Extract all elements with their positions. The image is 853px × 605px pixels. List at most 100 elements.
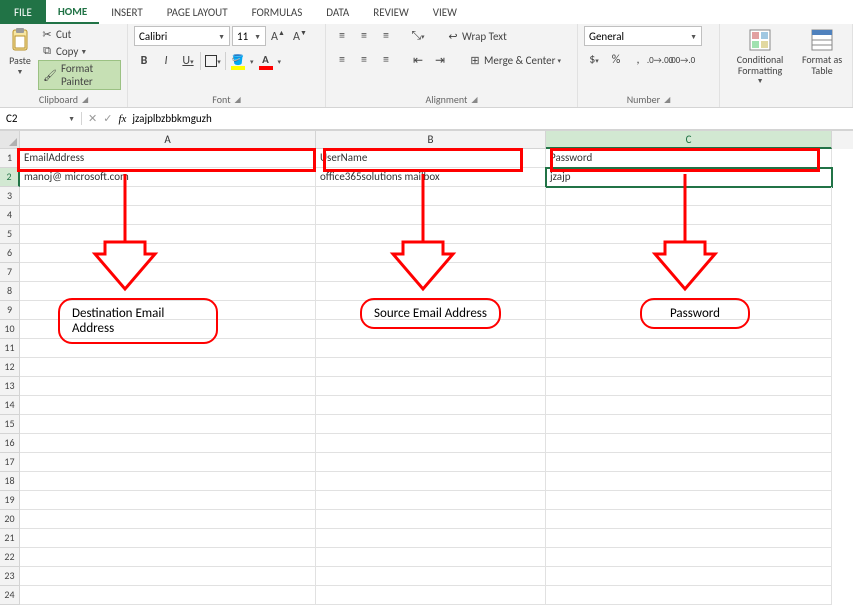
decrease-font-button[interactable]: A▼: [290, 26, 310, 46]
cell-c2[interactable]: jzajp: [546, 168, 832, 187]
row-header[interactable]: 24: [0, 586, 20, 605]
tab-insert[interactable]: INSERT: [99, 2, 155, 23]
accounting-format-button[interactable]: $▾: [584, 50, 604, 70]
row-header[interactable]: 16: [0, 434, 20, 453]
cell-b5[interactable]: [316, 225, 546, 244]
dialog-launcher-icon[interactable]: ◢: [235, 95, 241, 105]
bold-button[interactable]: B: [134, 51, 154, 71]
format-painter-button[interactable]: 🖌 Format Painter: [38, 60, 121, 90]
column-header-a[interactable]: A: [20, 131, 316, 149]
cell-c3[interactable]: [546, 187, 832, 206]
cell-c20[interactable]: [546, 510, 832, 529]
cell-b9[interactable]: [316, 301, 546, 320]
cell-c11[interactable]: [546, 339, 832, 358]
cell-a16[interactable]: [20, 434, 316, 453]
wrap-text-button[interactable]: ↩ Wrap Text: [444, 28, 509, 44]
cell-c21[interactable]: [546, 529, 832, 548]
decrease-indent-button[interactable]: ⇤: [408, 50, 428, 70]
cell-c7[interactable]: [546, 263, 832, 282]
cell-a6[interactable]: [20, 244, 316, 263]
row-header[interactable]: 11: [0, 339, 20, 358]
row-header[interactable]: 4: [0, 206, 20, 225]
cell-b3[interactable]: [316, 187, 546, 206]
row-header[interactable]: 14: [0, 396, 20, 415]
cell-a5[interactable]: [20, 225, 316, 244]
cell-c6[interactable]: [546, 244, 832, 263]
row-header[interactable]: 5: [0, 225, 20, 244]
column-header-b[interactable]: B: [316, 131, 546, 149]
fx-icon[interactable]: fx: [118, 113, 126, 125]
cell-b6[interactable]: [316, 244, 546, 263]
row-header[interactable]: 18: [0, 472, 20, 491]
cell-c14[interactable]: [546, 396, 832, 415]
cell-c8[interactable]: [546, 282, 832, 301]
cell-c12[interactable]: [546, 358, 832, 377]
increase-decimal-button[interactable]: .0→.00: [650, 50, 670, 70]
border-button[interactable]: ▾: [203, 51, 223, 71]
dialog-launcher-icon[interactable]: ◢: [82, 95, 88, 105]
italic-button[interactable]: I: [156, 51, 176, 71]
cell-b21[interactable]: [316, 529, 546, 548]
row-header[interactable]: 7: [0, 263, 20, 282]
cell-b10[interactable]: [316, 320, 546, 339]
cell-a20[interactable]: [20, 510, 316, 529]
tab-page-layout[interactable]: PAGE LAYOUT: [155, 2, 240, 23]
cell-b17[interactable]: [316, 453, 546, 472]
number-format-select[interactable]: General ▼: [584, 26, 702, 46]
cell-b16[interactable]: [316, 434, 546, 453]
cell-a4[interactable]: [20, 206, 316, 225]
cell-c16[interactable]: [546, 434, 832, 453]
cell-a24[interactable]: [20, 586, 316, 605]
cell-c4[interactable]: [546, 206, 832, 225]
cell-b7[interactable]: [316, 263, 546, 282]
conditional-formatting-button[interactable]: Conditional Formatting ▼: [726, 26, 794, 87]
chevron-down-icon[interactable]: ▾: [250, 57, 254, 66]
cell-b23[interactable]: [316, 567, 546, 586]
cell-a19[interactable]: [20, 491, 316, 510]
cell-c19[interactable]: [546, 491, 832, 510]
cell-c24[interactable]: [546, 586, 832, 605]
cell-b20[interactable]: [316, 510, 546, 529]
align-center-button[interactable]: ≡: [354, 50, 374, 70]
spreadsheet-grid[interactable]: A B C 1EmailAddressUserNamePassword2mano…: [0, 130, 853, 605]
row-header[interactable]: 6: [0, 244, 20, 263]
cell-b4[interactable]: [316, 206, 546, 225]
cell-b14[interactable]: [316, 396, 546, 415]
cell-c1[interactable]: Password: [546, 149, 832, 168]
row-header[interactable]: 12: [0, 358, 20, 377]
cell-a23[interactable]: [20, 567, 316, 586]
enter-formula-icon[interactable]: ✓: [103, 112, 112, 125]
font-color-button[interactable]: A: [256, 50, 276, 72]
dialog-launcher-icon[interactable]: ◢: [664, 95, 670, 105]
cell-a21[interactable]: [20, 529, 316, 548]
cell-a7[interactable]: [20, 263, 316, 282]
row-header[interactable]: 9: [0, 301, 20, 320]
percent-format-button[interactable]: %: [606, 50, 626, 70]
cell-c13[interactable]: [546, 377, 832, 396]
cell-a3[interactable]: [20, 187, 316, 206]
cell-a11[interactable]: [20, 339, 316, 358]
row-header[interactable]: 23: [0, 567, 20, 586]
align-left-button[interactable]: ≡: [332, 50, 352, 70]
row-header[interactable]: 1: [0, 149, 20, 168]
align-middle-button[interactable]: ≡: [354, 26, 374, 46]
decrease-decimal-button[interactable]: .00→.0: [672, 50, 692, 70]
row-header[interactable]: 10: [0, 320, 20, 339]
cell-a8[interactable]: [20, 282, 316, 301]
cell-a9[interactable]: [20, 301, 316, 320]
cell-b18[interactable]: [316, 472, 546, 491]
orientation-button[interactable]: ⤡▾: [408, 26, 428, 46]
tab-formulas[interactable]: FORMULAS: [240, 2, 315, 23]
cell-c15[interactable]: [546, 415, 832, 434]
cell-a12[interactable]: [20, 358, 316, 377]
cell-b11[interactable]: [316, 339, 546, 358]
cell-c5[interactable]: [546, 225, 832, 244]
paste-button[interactable]: Paste ▼: [6, 26, 34, 78]
cell-a17[interactable]: [20, 453, 316, 472]
tab-home[interactable]: HOME: [46, 1, 99, 24]
row-header[interactable]: 17: [0, 453, 20, 472]
underline-button[interactable]: U▾: [178, 51, 198, 71]
align-right-button[interactable]: ≡: [376, 50, 396, 70]
cell-b24[interactable]: [316, 586, 546, 605]
file-tab[interactable]: FILE: [0, 0, 46, 24]
